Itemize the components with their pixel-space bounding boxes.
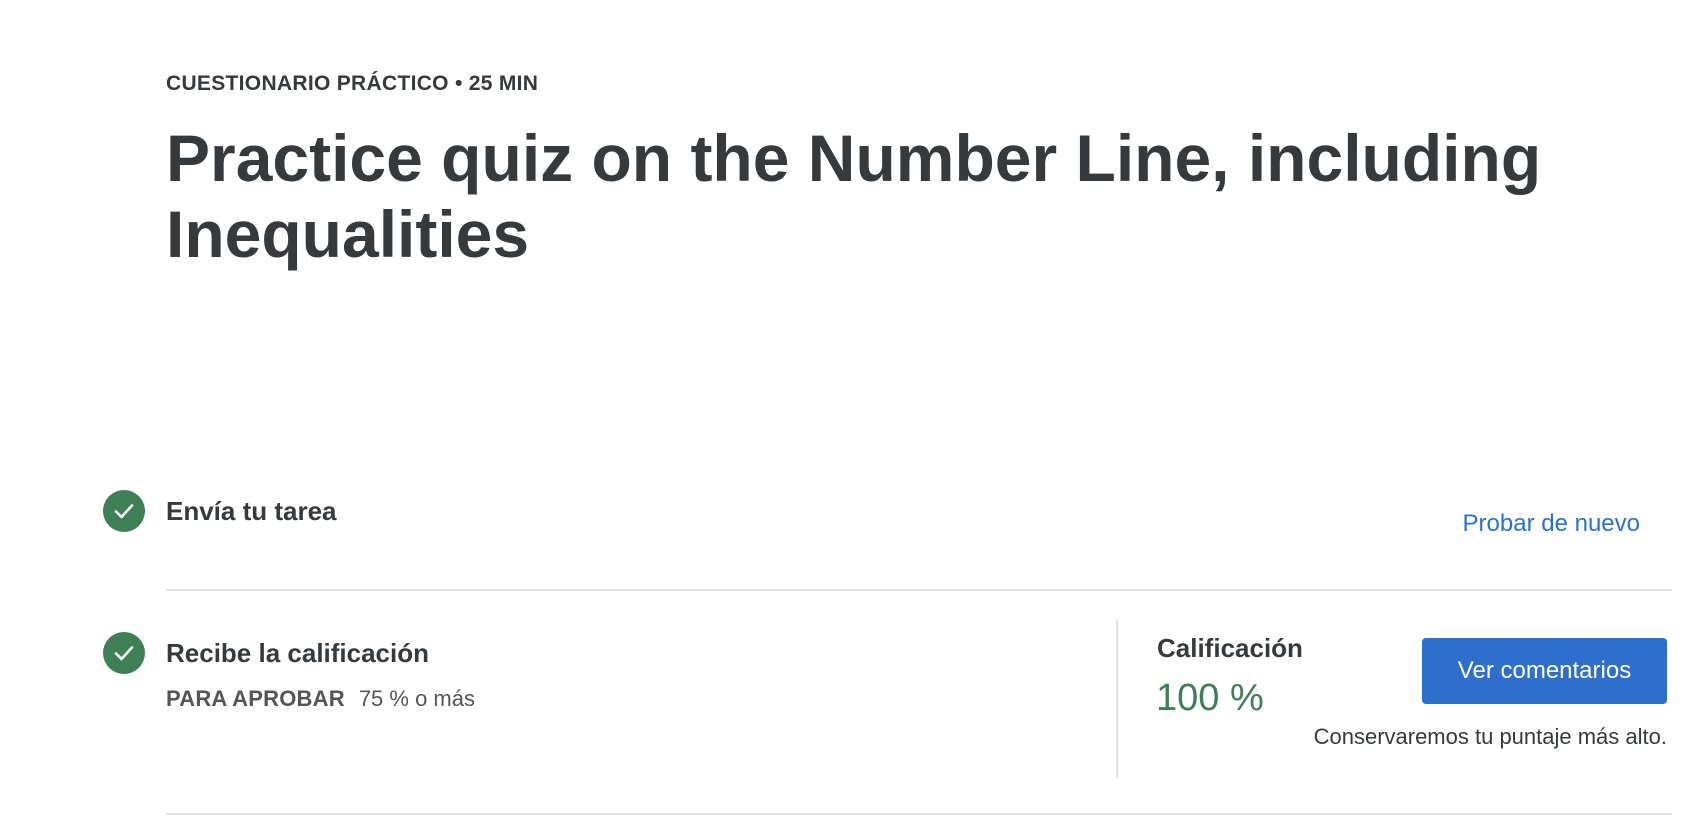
check-circle-icon [103, 490, 145, 532]
divider [166, 589, 1672, 591]
passing-requirement: PARA APROBAR 75 % o más [166, 686, 475, 712]
grade-label: Calificación [1157, 633, 1303, 663]
view-feedback-button[interactable]: Ver comentarios [1422, 638, 1667, 704]
divider [166, 813, 1672, 815]
vertical-divider [1116, 620, 1118, 778]
step-submit-title: Envía tu tarea [166, 496, 337, 526]
quiz-page: CUESTIONARIO PRÁCTICO • 25 MIN Practice … [0, 0, 1708, 836]
step-grade-title: Recibe la calificación [166, 638, 430, 668]
grade-value: 100 % [1156, 677, 1264, 719]
passing-label: PARA APROBAR [166, 686, 345, 711]
highest-score-note: Conservaremos tu puntaje más alto. [1313, 724, 1667, 749]
page-title: Practice quiz on the Number Line, includ… [166, 121, 1542, 271]
try-again-link[interactable]: Probar de nuevo [1463, 510, 1640, 538]
passing-value: 75 % o más [358, 686, 475, 711]
check-circle-icon [103, 632, 145, 674]
quiz-type-duration: CUESTIONARIO PRÁCTICO • 25 MIN [166, 72, 539, 95]
